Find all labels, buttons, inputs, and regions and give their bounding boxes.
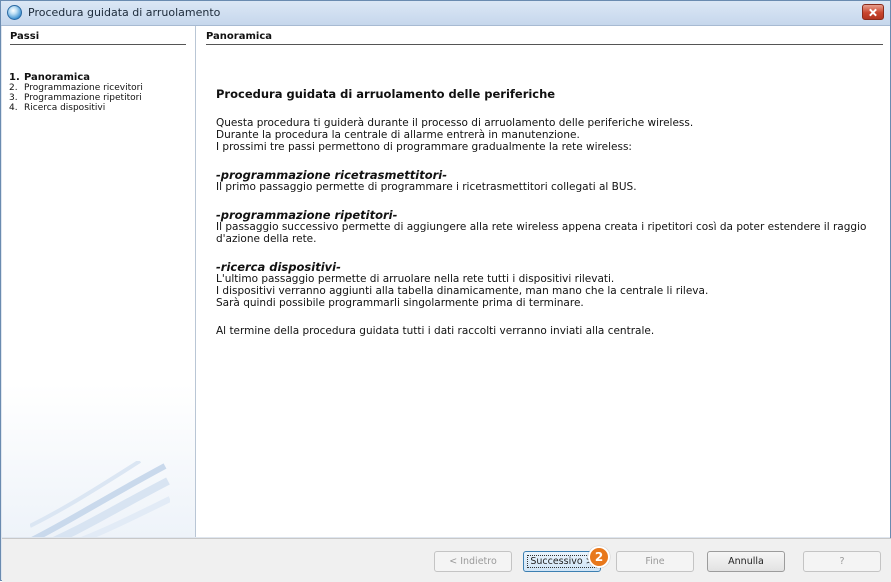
section-ricetrasmettitori: -programmazione ricetrasmettitori- Il pr… xyxy=(216,169,876,193)
intro-text: Questa procedura ti guiderà durante il p… xyxy=(216,117,876,153)
section-title: -programmazione ripetitori- xyxy=(216,208,398,222)
page-title: Procedura guidata di arruolamento delle … xyxy=(216,87,556,101)
window-title: Procedura guidata di arruolamento xyxy=(28,6,221,19)
help-button[interactable]: ? xyxy=(803,551,881,572)
section-line: I dispositivi verranno aggiunti alla tab… xyxy=(216,285,709,297)
step-item-ripetitori: 3. Programmazione ripetitori xyxy=(9,93,143,103)
section-line: Il passaggio successivo permette di aggi… xyxy=(216,221,867,245)
wave-decoration xyxy=(30,461,170,537)
step-item-panoramica: 1. Panoramica xyxy=(9,73,143,83)
section-line: Il primo passaggio permette di programma… xyxy=(216,181,637,193)
step-number: 2. xyxy=(9,83,18,93)
close-icon[interactable] xyxy=(862,4,884,20)
section-title: -ricerca dispositivi- xyxy=(216,260,341,274)
section-ricerca: -ricerca dispositivi- L'ultimo passaggio… xyxy=(216,261,876,309)
cancel-button[interactable]: Annulla xyxy=(707,551,785,572)
section-line: Sarà quindi possibile programmarli singo… xyxy=(216,297,584,309)
section-ripetitori: -programmazione ripetitori- Il passaggio… xyxy=(216,209,876,245)
step-number: 3. xyxy=(9,93,18,103)
app-globe-icon xyxy=(7,5,22,20)
step-number-badge: 2 xyxy=(588,546,610,568)
section-line: L'ultimo passaggio permette di arruolare… xyxy=(216,273,615,285)
step-item-ricerca: 4. Ricerca dispositivi xyxy=(9,103,143,113)
back-button[interactable]: < Indietro xyxy=(434,551,512,572)
overview-content: Procedura guidata di arruolamento delle … xyxy=(216,88,876,337)
step-item-ricevitori: 2. Programmazione ricevitori xyxy=(9,83,143,93)
focus-ring xyxy=(527,555,597,568)
steps-list: 1. Panoramica 2. Programmazione ricevitori… xyxy=(9,73,143,114)
intro-line: Questa procedura ti guiderà durante il p… xyxy=(216,117,694,129)
intro-line: I prossimi tre passi permettono di progr… xyxy=(216,141,632,153)
step-number: 4. xyxy=(9,103,18,113)
step-label: Panoramica xyxy=(24,72,91,83)
steps-header: Passi xyxy=(10,31,186,45)
wizard-window: Procedura guidata di arruolamento Passi … xyxy=(0,0,891,582)
step-label: Ricerca dispositivi xyxy=(24,103,106,113)
closing-text: Al termine della procedura guidata tutti… xyxy=(216,325,655,337)
step-label: Programmazione ricevitori xyxy=(24,83,143,93)
step-label: Programmazione ripetitori xyxy=(24,93,142,103)
section-title: -programmazione ricetrasmettitori- xyxy=(216,168,447,182)
finish-button[interactable]: Fine xyxy=(616,551,694,572)
step-number: 1. xyxy=(9,72,20,83)
intro-line: Durante la procedura la centrale di alla… xyxy=(216,129,580,141)
panel-header: Panoramica xyxy=(206,31,883,45)
title-bar[interactable]: Procedura guidata di arruolamento xyxy=(1,1,890,26)
